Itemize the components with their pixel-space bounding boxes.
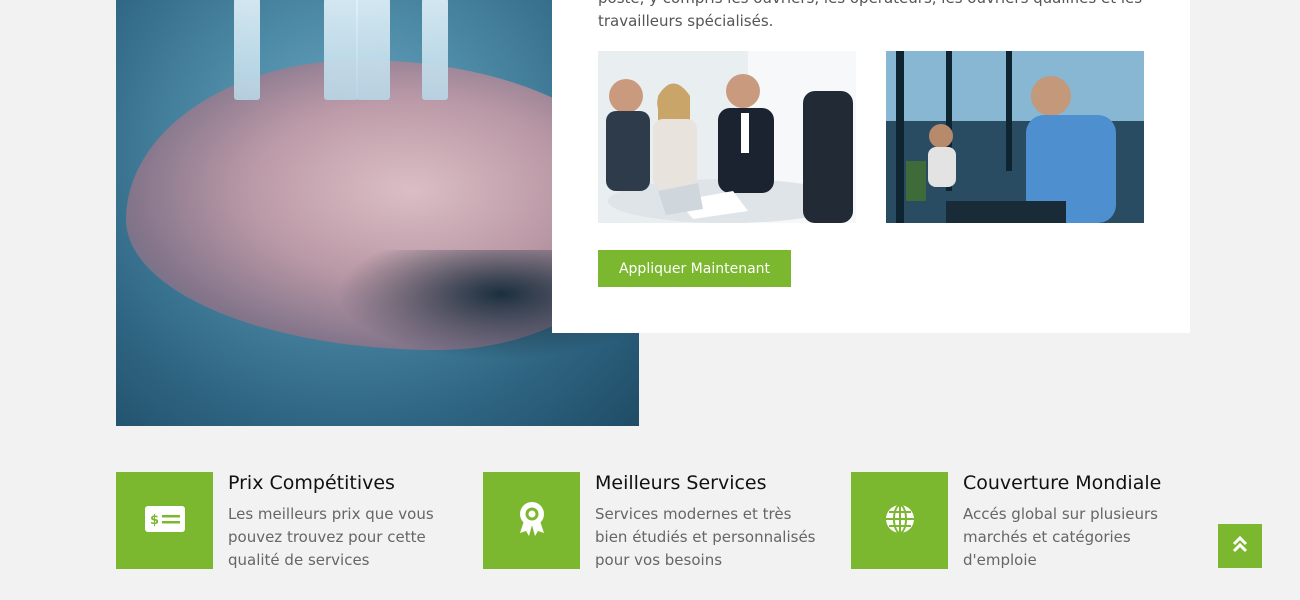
feature-best-services: Meilleurs Services Services modernes et …: [483, 472, 823, 572]
feature-icon-box: [851, 472, 948, 569]
feature-title: Meilleurs Services: [595, 472, 767, 494]
feature-title: Couverture Mondiale: [963, 472, 1162, 494]
feature-global-coverage: Couverture Mondiale Accés global sur plu…: [851, 472, 1191, 572]
award-icon: [518, 501, 546, 541]
feature-description: Services modernes et très bien étudiés e…: [595, 505, 816, 569]
svg-text:$: $: [150, 513, 159, 528]
about-intro-text: poste, y compris les ouvriers, les opéra…: [598, 0, 1142, 30]
feature-description: Accés global sur plusieurs marchés et ca…: [963, 505, 1158, 569]
about-card: poste, y compris les ouvriers, les opéra…: [552, 0, 1190, 333]
double-chevron-up-icon: [1232, 535, 1248, 557]
person-figure-icon: [324, 0, 358, 100]
apply-now-button[interactable]: Appliquer Maintenant: [598, 250, 791, 287]
feature-title: Prix Compétitives: [228, 472, 395, 494]
globe-icon: [884, 503, 916, 539]
feature-competitive-prices: $ Prix Compétitives Les meilleurs prix q…: [116, 472, 456, 572]
scroll-to-top-button[interactable]: [1218, 524, 1262, 568]
feature-icon-box: $: [116, 472, 213, 569]
person-figure-icon: [356, 0, 390, 100]
person-figure-icon: [234, 0, 260, 100]
money-check-icon: $: [144, 505, 186, 537]
call-center-illustration: [886, 51, 1144, 223]
business-meeting-photo: [598, 51, 856, 223]
business-meeting-illustration: [598, 51, 856, 223]
person-figure-icon: [422, 0, 448, 100]
feature-icon-box: [483, 472, 580, 569]
call-center-photo: [886, 51, 1144, 223]
feature-description: Les meilleurs prix que vous pouvez trouv…: [228, 505, 434, 569]
